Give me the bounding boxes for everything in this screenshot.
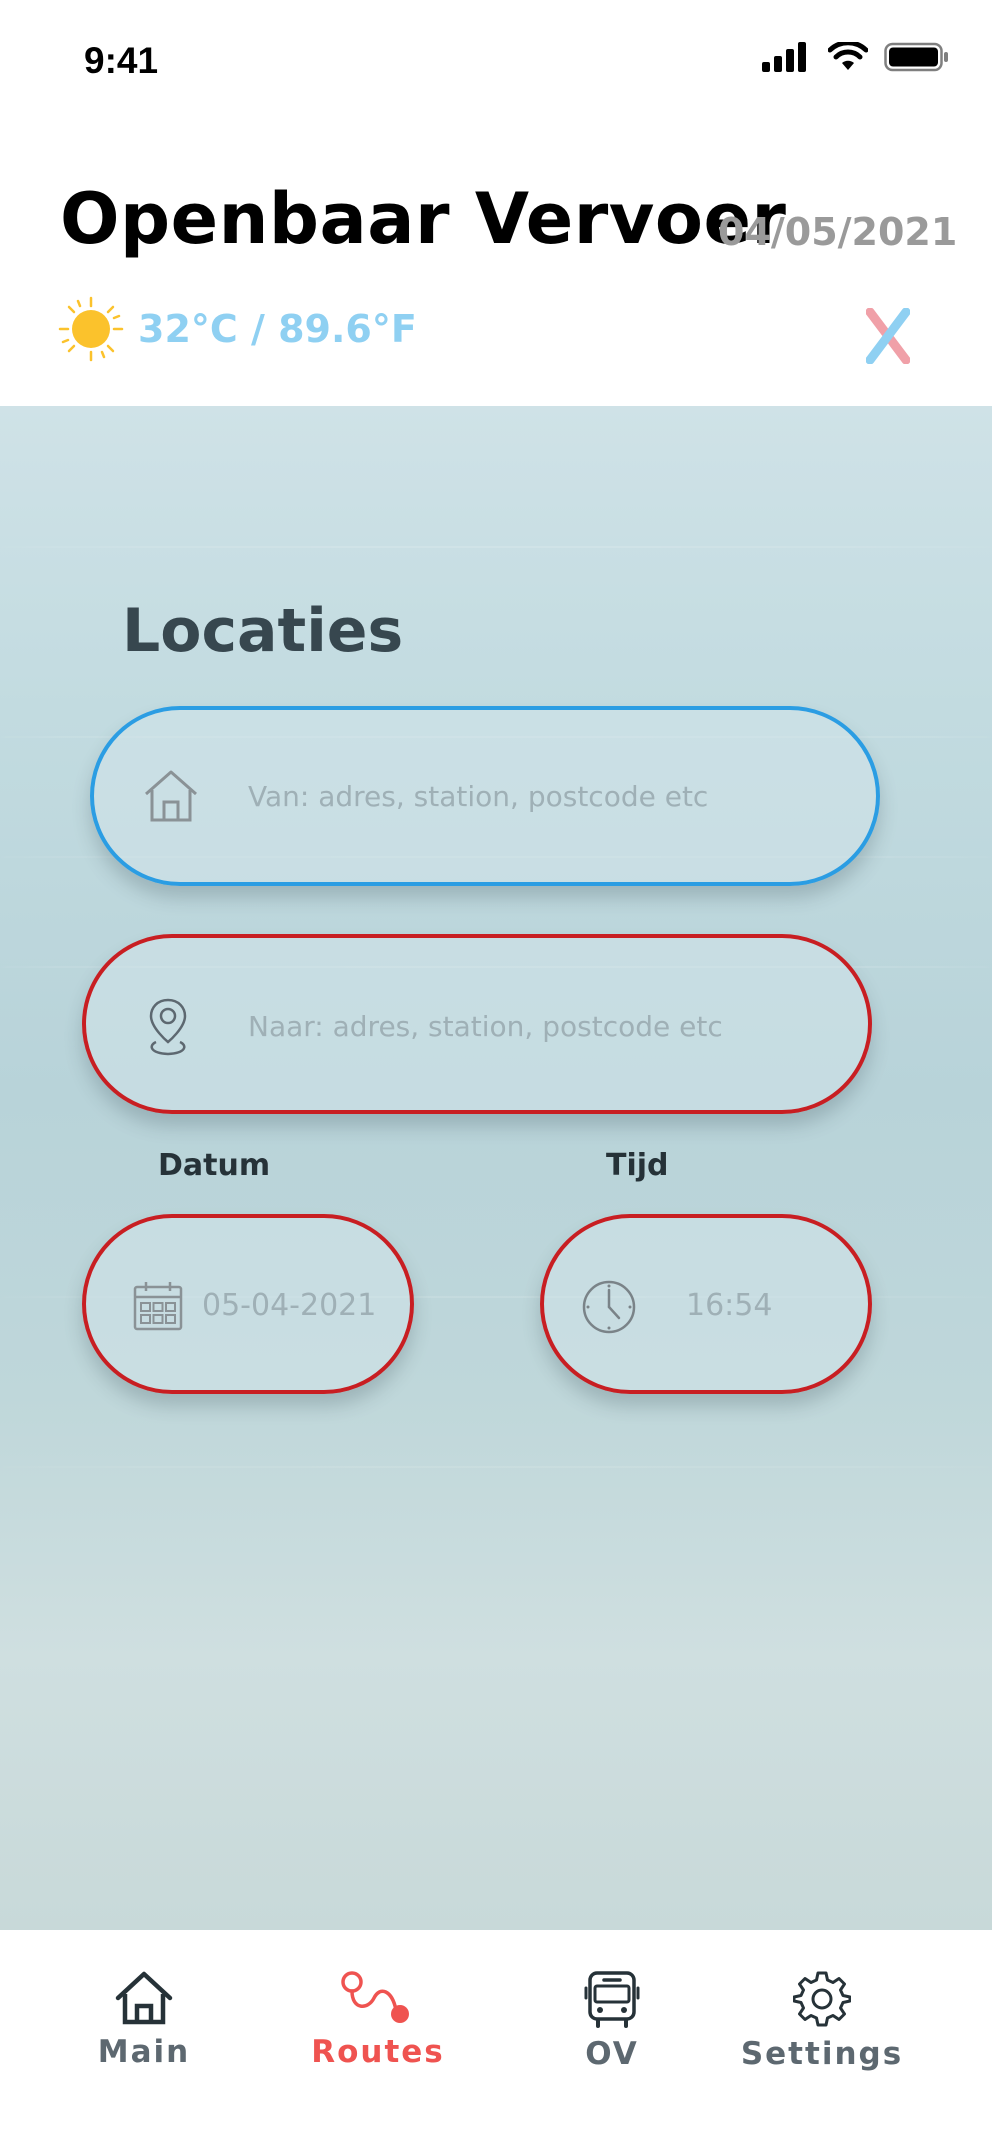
- time-value: 16:54: [686, 1288, 773, 1323]
- home-icon: [115, 1971, 173, 2025]
- tab-main[interactable]: Main: [44, 1970, 244, 2070]
- time-input[interactable]: 16:54: [540, 1214, 872, 1394]
- tab-routes-label: Routes: [311, 2034, 445, 2070]
- date-input[interactable]: 05-04-2021: [82, 1214, 414, 1394]
- locations-panel: Locaties Van: adres, station, postcode e…: [0, 406, 992, 1930]
- sun-icon: [58, 296, 124, 362]
- to-input[interactable]: Naar: adres, station, postcode etc: [82, 934, 872, 1114]
- to-placeholder: Naar: adres, station, postcode etc: [248, 1010, 723, 1043]
- battery-icon: [884, 42, 948, 72]
- bus-icon: [584, 1971, 640, 2028]
- header: Openbaar Vervoer 04/05/2021 32°C / 89.6°…: [0, 120, 992, 406]
- status-icons: [762, 42, 950, 72]
- weather-text: 32°C / 89.6°F: [138, 307, 417, 351]
- route-icon: [341, 1971, 409, 2023]
- close-icon[interactable]: [866, 308, 910, 364]
- date-value: 05-04-2021: [202, 1288, 377, 1323]
- header-date: 04/05/2021: [718, 210, 958, 254]
- wifi-icon: [828, 42, 868, 70]
- tab-ov[interactable]: OV: [512, 1970, 712, 2072]
- signal-icon: [762, 42, 806, 72]
- from-input[interactable]: Van: adres, station, postcode etc: [90, 706, 880, 886]
- tijd-label: Tijd: [606, 1148, 669, 1183]
- tab-settings[interactable]: Settings: [722, 1970, 922, 2072]
- calendar-icon: [133, 1282, 183, 1331]
- page-title: Openbaar Vervoer: [60, 178, 787, 260]
- gear-icon: [793, 1971, 851, 2027]
- weather: 32°C / 89.6°F: [58, 296, 417, 362]
- section-title: Locaties: [122, 596, 404, 666]
- clock-icon: [582, 1280, 636, 1334]
- location-pin-icon: [149, 998, 187, 1056]
- tab-settings-label: Settings: [740, 2036, 904, 2072]
- status-bar: 9:41: [0, 0, 992, 120]
- tab-main-label: Main: [97, 2034, 191, 2070]
- tab-ov-label: OV: [585, 2036, 639, 2072]
- tab-routes[interactable]: Routes: [278, 1970, 478, 2070]
- tab-bar: Main Routes OV Settings: [0, 1930, 992, 2144]
- datum-label: Datum: [158, 1148, 271, 1183]
- from-placeholder: Van: adres, station, postcode etc: [248, 780, 709, 813]
- status-time: 9:41: [84, 40, 159, 81]
- home-icon: [145, 770, 197, 822]
